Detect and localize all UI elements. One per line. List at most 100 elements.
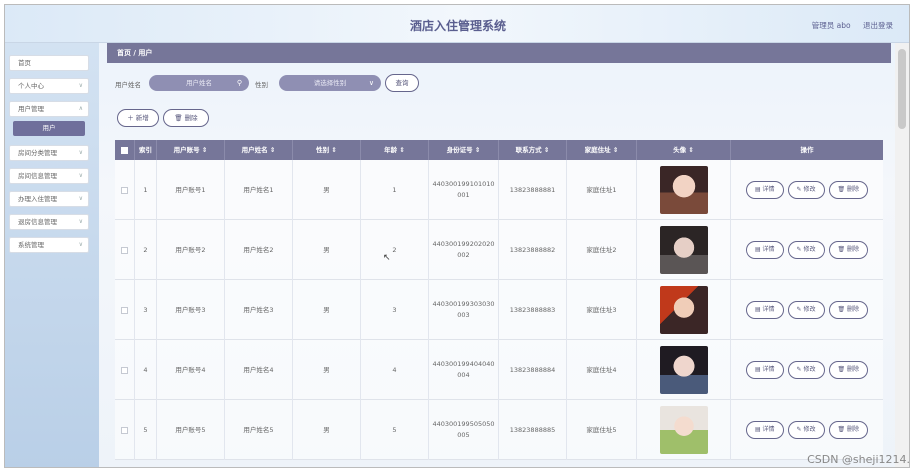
edit-button[interactable]: ✎ 修改	[787, 421, 825, 439]
cell-id-number: 440300199505050 005	[429, 400, 499, 460]
detail-button-label: 详情	[762, 366, 775, 373]
col-account[interactable]: 用户账号 ⇕	[157, 140, 225, 160]
col-address[interactable]: 家庭住址 ⇕	[567, 140, 637, 160]
detail-button-label: 详情	[762, 306, 775, 313]
scrollbar[interactable]	[895, 43, 909, 467]
edit-button-label: 修改	[803, 246, 816, 253]
name-placeholder: 用户姓名	[186, 79, 212, 87]
detail-button[interactable]: ▤ 详情	[745, 181, 784, 199]
select-all-cell[interactable]	[115, 140, 135, 160]
row-checkbox-cell[interactable]	[115, 280, 135, 340]
gender-select[interactable]: 请选择性别 ∨	[279, 75, 381, 91]
chevron-down-icon: ∨	[78, 172, 83, 179]
sidebar-item-home[interactable]: 首页	[9, 55, 89, 71]
edit-button[interactable]: ✎ 修改	[787, 241, 825, 259]
sidebar-item-profile[interactable]: 个人中心 ∨	[9, 78, 89, 94]
name-search-input[interactable]: 用户姓名 ⚲	[149, 75, 249, 91]
edit-button[interactable]: ✎ 修改	[787, 181, 825, 199]
sidebar-subitem-users[interactable]: 用户	[13, 121, 85, 136]
cell-account: 用户账号2	[157, 220, 225, 280]
cell-id-number-text: 440300199303030 003	[432, 299, 494, 321]
edit-button[interactable]: ✎ 修改	[787, 301, 825, 319]
delete-button[interactable]: 🗑 删除	[163, 109, 209, 127]
sidebar-item-room-category[interactable]: 房间分类管理 ∨	[9, 145, 89, 161]
query-button[interactable]: 查询	[385, 74, 419, 92]
logout-link[interactable]: 退出登录	[863, 21, 893, 30]
sidebar-item-checkin[interactable]: 办理入住管理 ∨	[9, 191, 89, 207]
table-row: 4 用户账号4 用户姓名4 男 4 440300199404040 004 138238888…	[115, 340, 883, 400]
edit-button[interactable]: ✎ 修改	[787, 361, 825, 379]
cell-id-number-text: 440300199101010 001	[432, 179, 494, 201]
sidebar-item-system[interactable]: 系统管理 ∨	[9, 237, 89, 253]
row-delete-button[interactable]: 🗑 删除	[828, 181, 869, 199]
cell-name: 用户姓名2	[225, 220, 293, 280]
row-checkbox-cell[interactable]	[115, 400, 135, 460]
trash-icon: 🗑	[837, 306, 848, 313]
col-phone[interactable]: 联系方式 ⇕	[499, 140, 567, 160]
id-line-2: 001	[457, 191, 470, 199]
app-title: 酒店入住管理系统	[409, 19, 506, 33]
sidebar-item-room-info[interactable]: 房间信息管理 ∨	[9, 168, 89, 184]
detail-button[interactable]: ▤ 详情	[745, 241, 784, 259]
sidebar-item-label: 首页	[18, 59, 31, 67]
cell-phone: 13823888884	[499, 340, 567, 400]
row-delete-button-label: 删除	[847, 246, 860, 253]
app-window: 酒店入住管理系统 管理员 abo 退出登录 首页 个人中心 ∨ 用户管理 ∧ 用户 …	[4, 4, 910, 468]
id-line-2: 002	[457, 251, 470, 259]
sidebar-item-label: 办理入住管理	[18, 195, 57, 203]
row-delete-button[interactable]: 🗑 删除	[828, 361, 869, 379]
sidebar-item-users[interactable]: 用户管理 ∧	[9, 101, 89, 117]
id-line-1: 440300199101010	[432, 180, 495, 188]
gender-placeholder: 请选择性别	[313, 79, 347, 87]
main-content: 首页 / 用户 用户姓名 用户姓名 ⚲ 性别 请选择性别 ∨ 查询 ＋ 新增 🗑…	[107, 43, 891, 467]
gender-filter-label: 性别	[255, 81, 268, 89]
row-checkbox[interactable]	[121, 186, 128, 194]
id-line-1: 440300199202020	[432, 240, 495, 248]
detail-button[interactable]: ▤ 详情	[745, 301, 784, 319]
detail-button[interactable]: ▤ 详情	[745, 361, 784, 379]
trash-icon: 🗑	[837, 426, 848, 433]
col-avatar[interactable]: 头像 ⇕	[637, 140, 731, 160]
avatar	[659, 226, 708, 274]
row-checkbox-cell[interactable]	[115, 220, 135, 280]
cell-name: 用户姓名3	[225, 280, 293, 340]
row-checkbox[interactable]	[121, 306, 128, 314]
row-checkbox[interactable]	[121, 246, 128, 254]
chevron-down-icon: ∨	[78, 149, 83, 156]
plus-icon: ＋	[127, 114, 136, 122]
row-delete-button[interactable]: 🗑 删除	[828, 421, 869, 439]
admin-label: 管理员 abo	[811, 21, 851, 30]
edit-button-label: 修改	[803, 186, 816, 193]
cell-index: 4	[135, 340, 157, 400]
add-button[interactable]: ＋ 新增	[117, 109, 159, 127]
row-checkbox-cell[interactable]	[115, 160, 135, 220]
col-age[interactable]: 年龄 ⇕	[361, 140, 429, 160]
col-name[interactable]: 用户姓名 ⇕	[225, 140, 293, 160]
col-actions: 操作	[800, 146, 814, 154]
scrollbar-thumb[interactable]	[898, 49, 906, 129]
detail-button[interactable]: ▤ 详情	[745, 421, 784, 439]
document-icon: ▤	[754, 246, 763, 253]
id-line-1: 440300199303030	[432, 300, 495, 308]
cell-gender: 男	[293, 340, 361, 400]
chevron-down-icon: ∨	[368, 79, 374, 87]
row-checkbox[interactable]	[121, 366, 128, 374]
row-checkbox[interactable]	[121, 426, 128, 434]
sidebar-item-checkout[interactable]: 退房信息管理 ∨	[9, 214, 89, 230]
row-delete-button[interactable]: 🗑 删除	[828, 241, 869, 259]
cell-avatar	[637, 280, 731, 340]
cell-phone: 13823888882	[499, 220, 567, 280]
select-all-checkbox[interactable]	[121, 146, 128, 154]
cell-address: 家庭住址2	[567, 220, 637, 280]
col-id-number[interactable]: 身份证号 ⇕	[429, 140, 499, 160]
edit-button-label: 修改	[803, 426, 816, 433]
cell-actions: ▤ 详情 ✎ 修改 🗑 删除	[731, 220, 883, 280]
cell-id-number: 440300199202020 002	[429, 220, 499, 280]
table-row: 5 用户账号5 用户姓名5 男 5 440300199505050 005 138238888…	[115, 400, 883, 460]
top-bar: 酒店入住管理系统 管理员 abo 退出登录	[5, 5, 909, 43]
sidebar-item-label: 个人中心	[18, 82, 44, 90]
row-delete-button[interactable]: 🗑 删除	[828, 301, 869, 319]
row-checkbox-cell[interactable]	[115, 340, 135, 400]
col-gender[interactable]: 性别 ⇕	[293, 140, 361, 160]
col-index: 索引	[135, 140, 157, 160]
